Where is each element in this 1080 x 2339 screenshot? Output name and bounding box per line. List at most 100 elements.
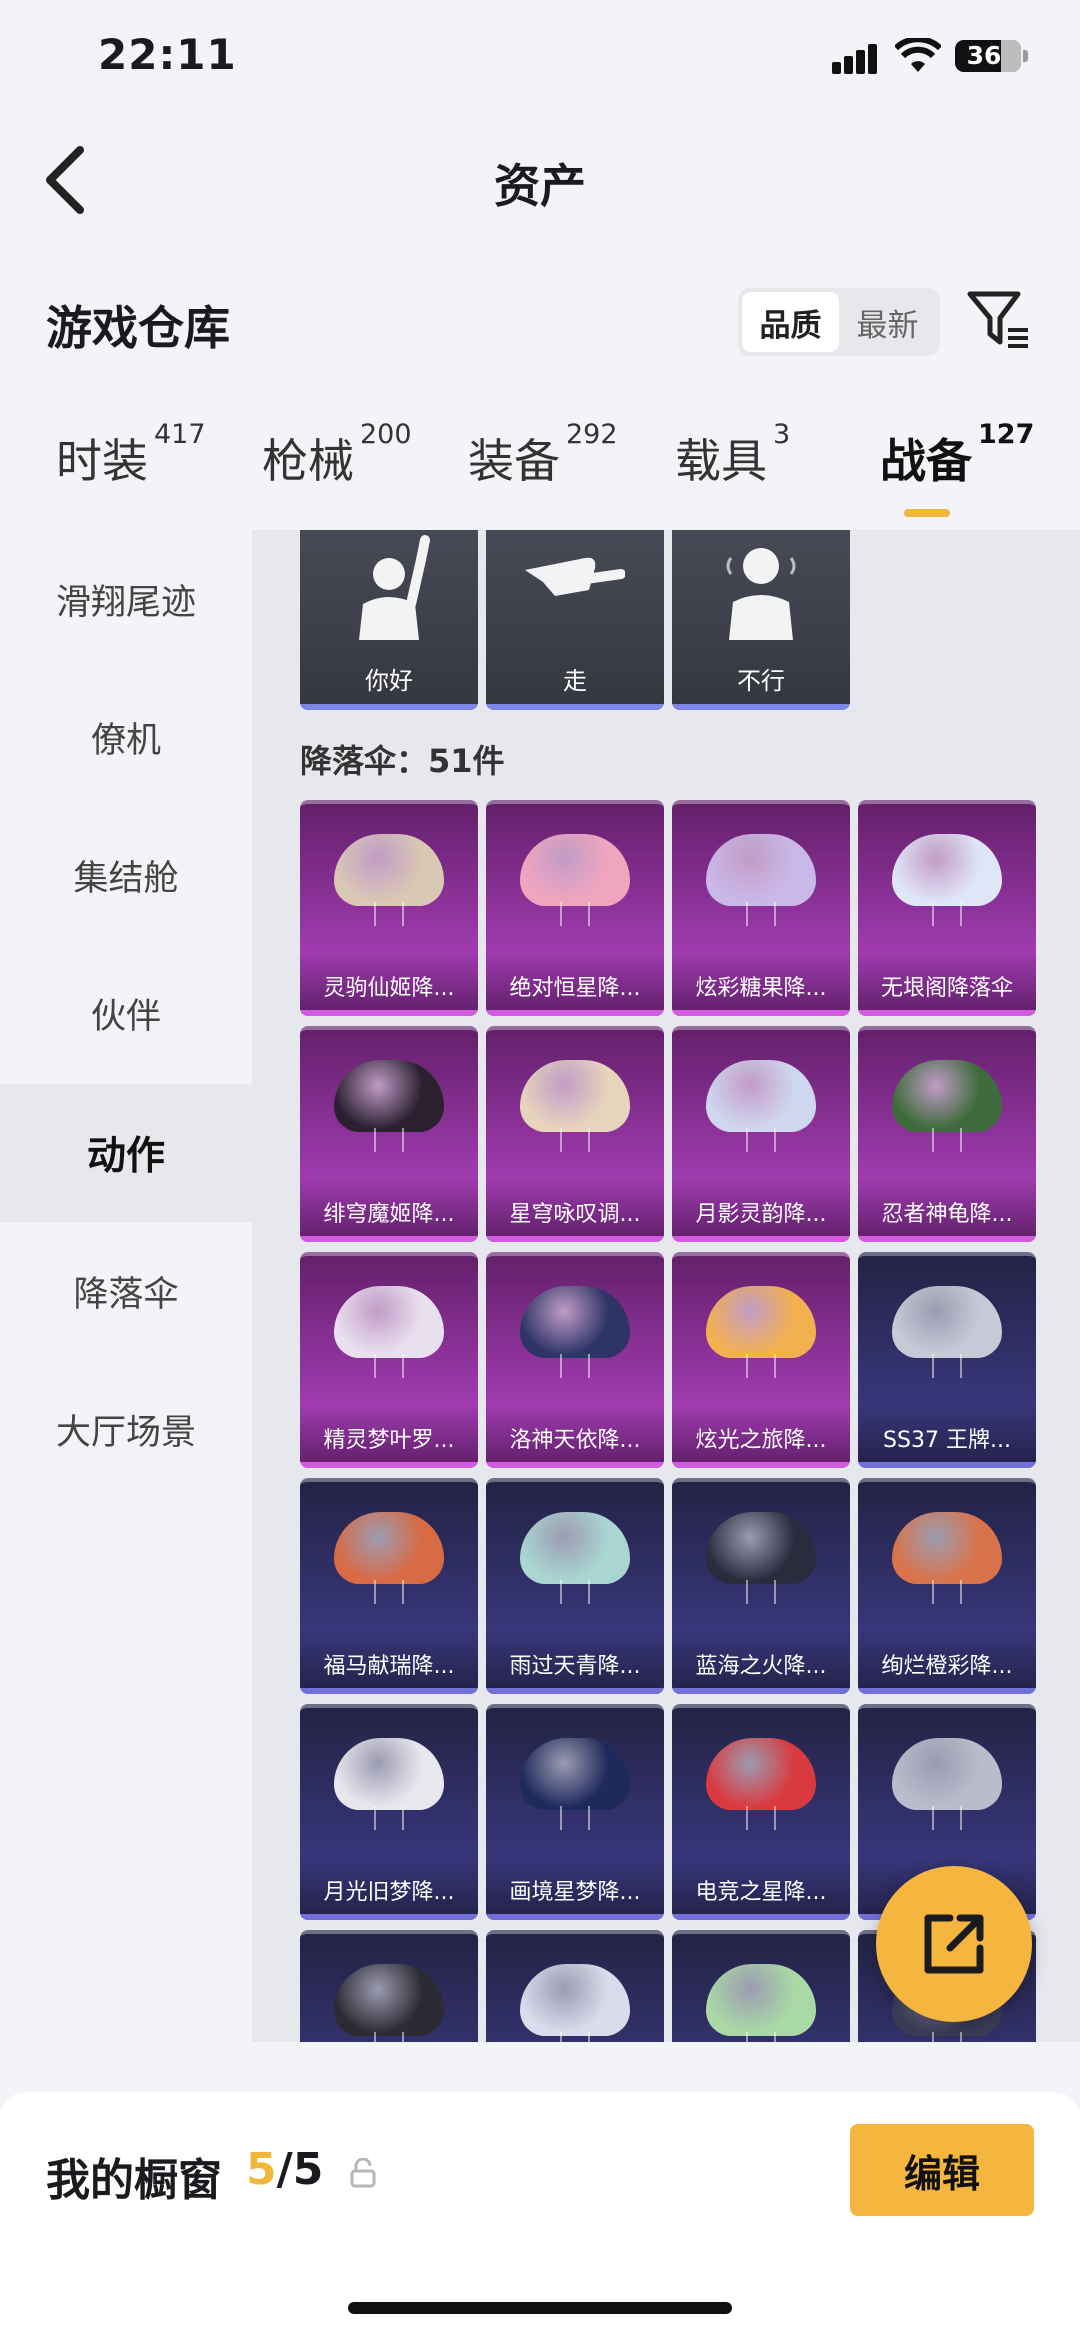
parachute-icon: [520, 1512, 630, 1604]
parachute-icon: [334, 1738, 444, 1830]
parachute-icon: [706, 1512, 816, 1604]
sidebar-item-wingman[interactable]: 僚机: [0, 668, 252, 806]
point-gesture-icon: [525, 557, 625, 596]
signal-icon: [832, 44, 880, 74]
parachute-card[interactable]: 灵驹仙姬降...: [300, 800, 478, 1016]
parachute-label: 绚烂橙彩降...: [881, 1654, 1013, 1679]
parachute-card[interactable]: 炫光之旅降...: [672, 1252, 850, 1468]
sidebar-item-parachute[interactable]: 降落伞: [0, 1222, 252, 1360]
parachute-icon: [706, 1286, 816, 1378]
parachute-icon: [520, 1964, 630, 2042]
parachute-label: 月影灵韵降...: [695, 1202, 827, 1227]
share-button[interactable]: [876, 1866, 1032, 2022]
filter-icon[interactable]: [966, 288, 1030, 352]
wave-gesture-icon: [359, 535, 430, 640]
parachute-card[interactable]: 福马献瑞降...: [300, 1478, 478, 1694]
parachute-card[interactable]: 绚烂橙彩降...: [858, 1478, 1036, 1694]
active-tab-indicator: [904, 509, 950, 517]
page-title: 资产: [494, 159, 586, 213]
parachute-label: 福马献瑞降...: [323, 1654, 455, 1679]
parachute-label: 绯穹魔姬降...: [323, 1202, 455, 1227]
parachute-icon: [520, 834, 630, 926]
parachute-label: 雨过天青降...: [509, 1654, 641, 1679]
parachute-label: 电竞之星降...: [695, 1880, 827, 1905]
parachute-label: 画境星梦降...: [509, 1880, 641, 1905]
parachute-icon: [334, 834, 444, 926]
parachute-count: 降落伞：51件: [300, 742, 505, 780]
parachute-label: SS37 王牌...: [883, 1428, 1011, 1453]
parachute-icon: [892, 834, 1002, 926]
parachute-icon: [892, 1738, 1002, 1830]
parachute-icon: [334, 1512, 444, 1604]
sort-quality-button[interactable]: 品质: [742, 292, 839, 352]
parachute-label: 忍者神龟降...: [881, 1202, 1013, 1227]
parachute-card[interactable]: 炫彩糖果降...: [672, 800, 850, 1016]
parachute-card[interactable]: 画境星梦降...: [486, 1704, 664, 1920]
asset-content: 你好 走 不行 降落伞：51件 灵驹仙姬降... 绝对恒星降... 炫彩糖果降...…: [252, 530, 1080, 2042]
head-shake-icon: [726, 548, 796, 640]
showcase-count: 5/5: [246, 2144, 324, 2195]
parachute-icon: [706, 834, 816, 926]
action-label: 你好: [365, 667, 413, 695]
home-indicator: [348, 2302, 732, 2314]
parachute-label: 无垠阁降落伞: [880, 976, 1013, 1001]
action-card[interactable]: 你好: [300, 530, 478, 710]
parachute-card[interactable]: 月光旧梦降...: [300, 1704, 478, 1920]
parachute-card[interactable]: [672, 1930, 850, 2042]
parachute-label: 洛神天依降...: [509, 1428, 641, 1453]
parachute-card[interactable]: 绝对恒星降...: [486, 800, 664, 1016]
parachute-card[interactable]: 忍者神龟降...: [858, 1026, 1036, 1242]
parachute-card[interactable]: [300, 1930, 478, 2042]
parachute-card[interactable]: [486, 1930, 664, 2042]
parachute-icon: [892, 1512, 1002, 1604]
tab-fashion[interactable]: 时装 417: [56, 419, 206, 491]
parachute-card[interactable]: 无垠阁降落伞: [858, 800, 1036, 1016]
wifi-icon: [895, 38, 941, 72]
parachute-icon: [520, 1738, 630, 1830]
parachute-icon: [520, 1286, 630, 1378]
parachute-icon: [706, 1738, 816, 1830]
action-label: 走: [563, 667, 587, 695]
tab-equipment[interactable]: 装备 292: [468, 419, 618, 491]
parachute-card[interactable]: 蓝海之火降...: [672, 1478, 850, 1694]
edit-button[interactable]: 编辑: [850, 2124, 1034, 2216]
battery-icon: 36: [955, 40, 1021, 72]
sort-toggle: 品质 最新: [738, 288, 940, 356]
tab-preparation[interactable]: 战备 127: [880, 419, 1034, 491]
tab-vehicles[interactable]: 载具 3: [675, 419, 790, 491]
section-title: 游戏仓库: [46, 301, 230, 355]
tab-guns[interactable]: 枪械 200: [262, 419, 412, 491]
parachute-label: 炫彩糖果降...: [695, 976, 827, 1001]
sidebar-item-partner[interactable]: 伙伴: [0, 944, 252, 1082]
status-bar: 22:11 36: [0, 0, 1080, 120]
lock-icon: [350, 2158, 376, 2188]
sidebar-item-glide-trail[interactable]: 滑翔尾迹: [0, 530, 252, 668]
parachute-card[interactable]: SS37 王牌...: [858, 1252, 1036, 1468]
sidebar: 滑翔尾迹 僚机 集结舱 伙伴 动作 降落伞 大厅场景: [0, 530, 252, 2040]
showcase-bar: 我的橱窗 5/5 编辑: [0, 2092, 1080, 2339]
showcase-title: 我的橱窗: [46, 2155, 222, 2206]
parachute-card[interactable]: 洛神天依降...: [486, 1252, 664, 1468]
parachute-card[interactable]: 雨过天青降...: [486, 1478, 664, 1694]
share-external-icon: [924, 1914, 984, 1974]
parachute-card[interactable]: 星穹咏叹调...: [486, 1026, 664, 1242]
parachute-card[interactable]: 精灵梦叶罗...: [300, 1252, 478, 1468]
parachute-icon: [334, 1286, 444, 1378]
action-card[interactable]: 走: [486, 530, 664, 710]
sidebar-item-lobby-scene[interactable]: 大厅场景: [0, 1360, 252, 1498]
sidebar-item-rally-pod[interactable]: 集结舱: [0, 806, 252, 944]
parachute-icon: [706, 1964, 816, 2042]
sort-latest-button[interactable]: 最新: [839, 292, 936, 352]
action-label: 不行: [737, 667, 785, 695]
parachute-label: 灵驹仙姬降...: [323, 976, 455, 1001]
nav-bar: 资产: [0, 120, 1080, 240]
parachute-label: 精灵梦叶罗...: [323, 1428, 455, 1453]
battery-level: 36: [966, 41, 1002, 70]
parachute-card[interactable]: 月影灵韵降...: [672, 1026, 850, 1242]
parachute-card[interactable]: 电竞之星降...: [672, 1704, 850, 1920]
sidebar-item-actions[interactable]: 动作: [0, 1084, 252, 1222]
parachute-card[interactable]: 绯穹魔姬降...: [300, 1026, 478, 1242]
parachute-icon: [892, 1060, 1002, 1152]
action-card[interactable]: 不行: [672, 530, 850, 710]
parachute-label: 蓝海之火降...: [695, 1654, 827, 1679]
